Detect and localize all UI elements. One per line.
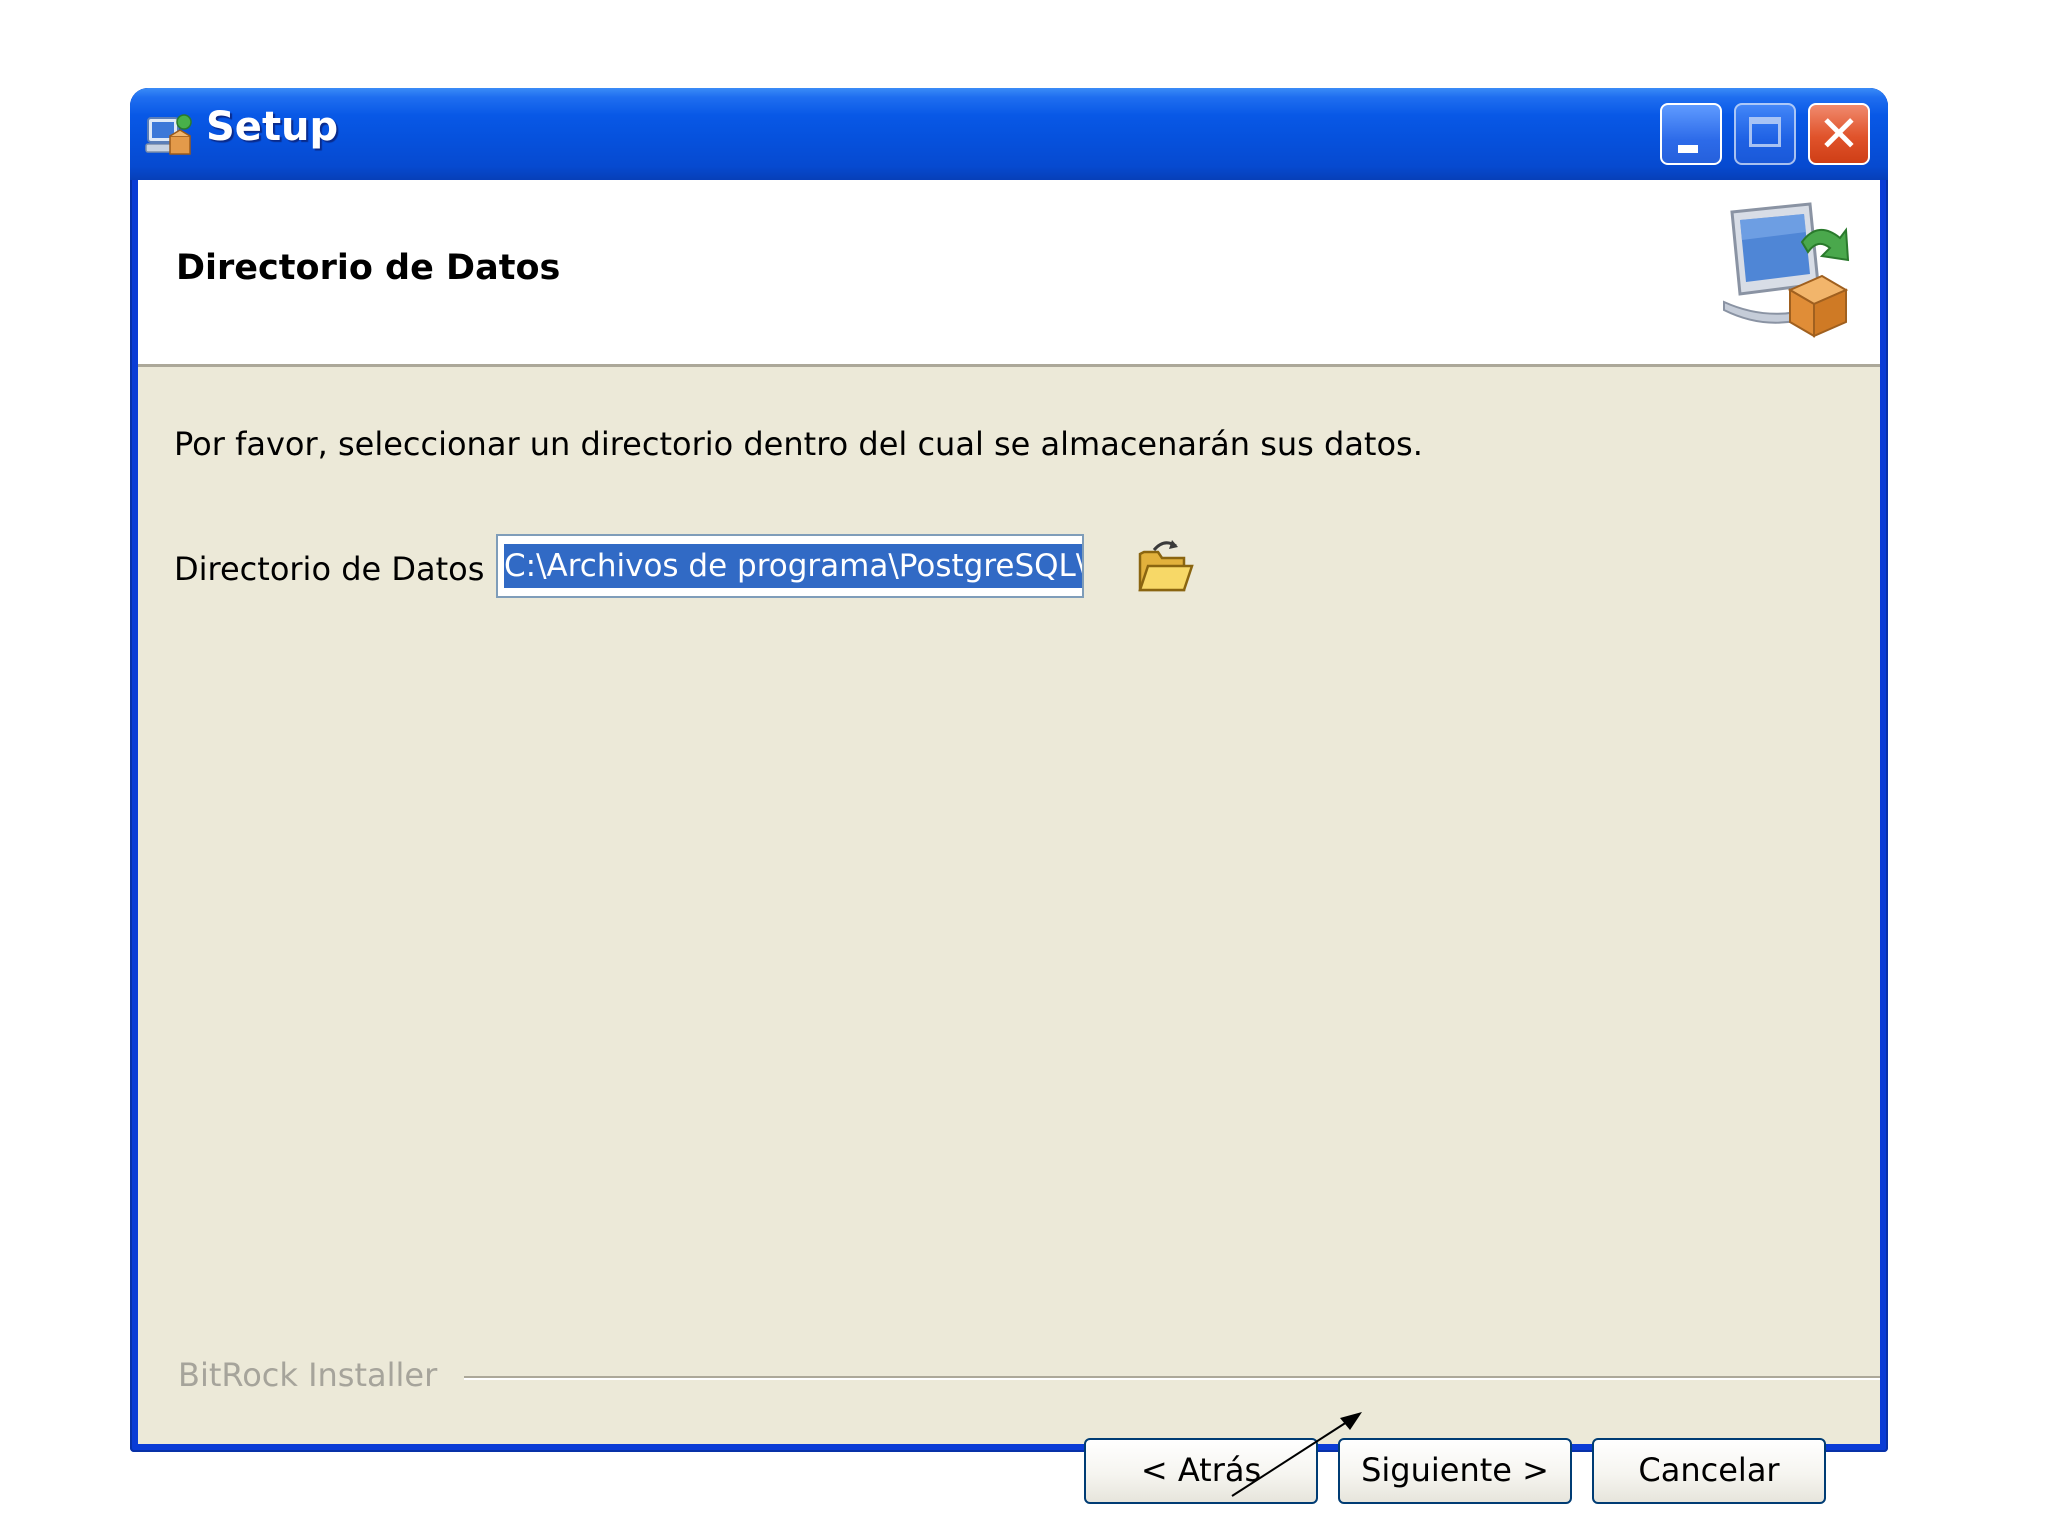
installer-icon [145,114,192,155]
close-button[interactable]: ✕ [1808,103,1870,165]
setup-window: Setup ✕ Directorio de Datos Por favor, s… [130,88,1888,1504]
close-icon: ✕ [1818,105,1860,163]
minimize-icon [1678,145,1698,153]
window-title: Setup [206,104,339,150]
title-bar[interactable]: Setup ✕ [130,88,1888,180]
page-title: Directorio de Datos [176,248,561,288]
page: Setup ✕ Directorio de Datos Por favor, s… [0,0,2048,1536]
client-area: Directorio de Datos Por favor, seleccion… [138,180,1880,1504]
brand-label: BitRock Installer [178,1356,438,1394]
cancel-button[interactable]: Cancelar [1592,1438,1826,1504]
computer-package-icon [1723,202,1850,338]
back-button[interactable]: < Atrás [1084,1438,1318,1504]
open-folder-icon[interactable] [1134,536,1196,598]
maximize-icon [1749,117,1781,147]
footer-divider [464,1376,1880,1380]
minimize-button[interactable] [1660,103,1722,165]
next-button[interactable]: Siguiente > [1338,1438,1572,1504]
wizard-header: Directorio de Datos [138,180,1880,367]
data-directory-input[interactable]: C:\Archivos de programa\PostgreSQL\ [496,534,1084,598]
maximize-button[interactable] [1734,103,1796,165]
data-directory-label: Directorio de Datos [174,550,485,588]
data-directory-value: C:\Archivos de programa\PostgreSQL\ [504,544,1082,588]
instruction-text: Por favor, seleccionar un directorio den… [174,425,1423,463]
